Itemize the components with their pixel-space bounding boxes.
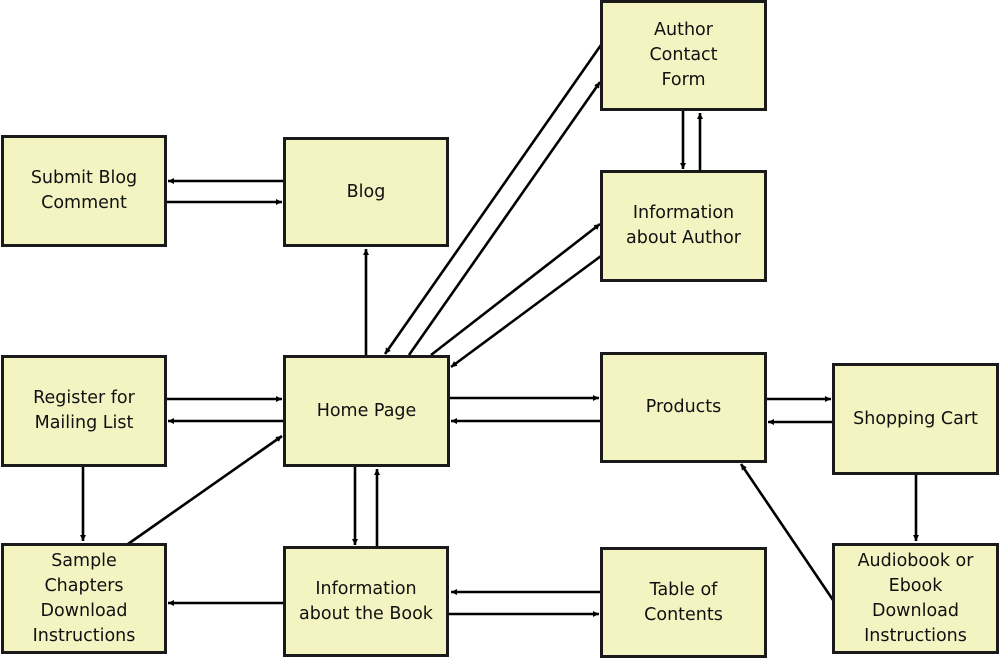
node-register-mailing-list[interactable]: Register for Mailing List: [1, 355, 167, 467]
node-label: Information about Author: [626, 203, 741, 248]
node-label: Sample Chapters Download Instructions: [32, 550, 136, 646]
node-information-about-author[interactable]: Information about Author: [600, 170, 767, 282]
node-label: Home Page: [316, 400, 417, 421]
node-information-about-book[interactable]: Information about the Book: [283, 546, 449, 657]
node-label: Table of Contents: [644, 579, 723, 625]
node-label: Author Contact Form: [649, 20, 718, 90]
node-table-of-contents[interactable]: Table of Contents: [600, 547, 767, 658]
node-submit-blog-comment[interactable]: Submit Blog Comment: [1, 135, 167, 247]
arrow-information-about-author-to-home-page: [450, 254, 602, 369]
node-label: Blog: [346, 181, 386, 202]
node-label: Register for Mailing List: [33, 388, 135, 433]
node-label: Information about the Book: [299, 578, 433, 624]
node-label: Audiobook or Ebook Download Instructions: [857, 550, 974, 646]
node-label: Shopping Cart: [853, 408, 978, 429]
node-home-page[interactable]: Home Page: [283, 355, 450, 467]
node-products[interactable]: Products: [600, 352, 767, 463]
node-label: Submit Blog Comment: [30, 168, 138, 213]
node-author-contact-form[interactable]: Author Contact Form: [600, 0, 767, 111]
node-blog[interactable]: Blog: [283, 137, 449, 247]
node-label: Products: [645, 397, 722, 417]
node-sample-chapters[interactable]: Sample Chapters Download Instructions: [1, 543, 167, 654]
node-audiobook-ebook-download[interactable]: Audiobook or Ebook Download Instructions: [832, 543, 999, 654]
node-shopping-cart[interactable]: Shopping Cart: [832, 363, 999, 475]
